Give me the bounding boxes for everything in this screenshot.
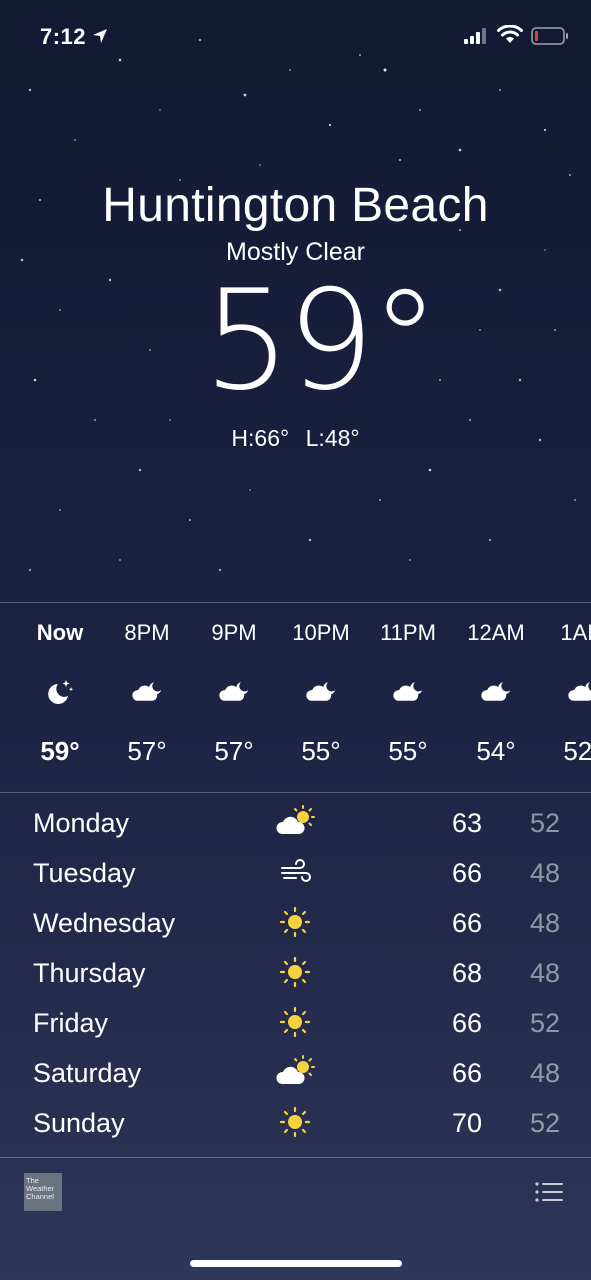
location-arrow-icon	[93, 29, 107, 43]
day-name: Tuesday	[33, 858, 136, 888]
day-low: 52	[529, 1008, 560, 1038]
day-high: 66	[451, 858, 482, 888]
day-name: Friday	[33, 1008, 109, 1038]
today-high: H:66°	[231, 425, 290, 451]
daily-row: Tuesday 66 48	[0, 850, 591, 900]
day-high: 68	[451, 958, 482, 988]
day-high: 66	[451, 908, 482, 938]
day-low: 52	[529, 1108, 560, 1138]
hour-temperature: 57°	[127, 736, 167, 766]
hour-temperature: 55°	[301, 736, 341, 766]
partly-cloudy-icon	[276, 1055, 315, 1084]
logo-text: Channel	[26, 1192, 54, 1201]
status-bar: 7:12	[0, 0, 591, 70]
wifi-icon	[497, 25, 523, 43]
hourly-forecast[interactable]: Now 59° 8PM 57° 9PM 57° 10PM 55° 11PM 55…	[0, 604, 591, 790]
hour-label: 11PM	[380, 620, 436, 645]
divider	[0, 1157, 591, 1158]
sun-icon	[279, 1006, 311, 1038]
hour-label: 8PM	[124, 620, 170, 645]
wind-icon	[281, 859, 311, 882]
daily-row: Monday 63 52	[0, 800, 591, 850]
daily-row: Thursday 68 48	[0, 950, 591, 1000]
day-name: Sunday	[33, 1108, 125, 1138]
hour-label: 9PM	[211, 620, 257, 645]
hour-temperature: 55°	[388, 736, 428, 766]
day-high: 66	[451, 1008, 482, 1038]
day-high: 63	[451, 808, 482, 838]
day-name: Saturday	[33, 1058, 142, 1088]
sun-icon	[279, 956, 311, 988]
divider	[0, 602, 591, 603]
daily-row: Wednesday 66 48	[0, 900, 591, 950]
day-low: 52	[529, 808, 560, 838]
day-name: Monday	[33, 808, 130, 838]
hour-temperature: 57°	[214, 736, 254, 766]
sun-icon	[279, 1106, 311, 1138]
cloud-moon-icon	[481, 682, 511, 701]
hour-label: Now	[36, 620, 84, 645]
partly-cloudy-icon	[276, 805, 315, 834]
day-name: Wednesday	[33, 908, 176, 938]
moon-stars-icon	[48, 680, 74, 704]
high-low: H:66° L:48°	[0, 425, 591, 452]
city-list-icon[interactable]	[534, 1181, 564, 1203]
daily-row: Saturday 66 48	[0, 1050, 591, 1100]
hour-label: 12AM	[467, 620, 525, 645]
city-name: Huntington Beach	[102, 179, 489, 232]
sun-icon	[279, 906, 311, 938]
daily-row: Sunday 70 52	[0, 1100, 591, 1150]
day-high: 66	[451, 1058, 482, 1088]
day-low: 48	[529, 908, 560, 938]
divider	[0, 792, 591, 793]
cloud-moon-icon	[306, 682, 336, 701]
current-temperature: 59°	[203, 260, 440, 421]
today-low: L:48°	[305, 425, 360, 451]
day-low: 48	[529, 1058, 560, 1088]
hour-label: 10PM	[292, 620, 350, 645]
day-high: 70	[451, 1108, 482, 1138]
cloud-moon-icon	[132, 682, 162, 701]
cloud-moon-icon	[568, 682, 591, 701]
cellular-signal-icon	[464, 28, 486, 44]
day-low: 48	[529, 958, 560, 988]
home-indicator[interactable]	[190, 1260, 402, 1267]
battery-icon	[531, 27, 568, 45]
daily-row: Friday 66 52	[0, 1000, 591, 1050]
hour-label: 1AM	[560, 620, 591, 645]
day-name: Thursday	[33, 958, 146, 988]
hour-temperature: 59°	[40, 736, 80, 766]
day-low: 48	[529, 858, 560, 888]
cloud-moon-icon	[393, 682, 423, 701]
weather-channel-logo-link[interactable]: The Weather Channel	[24, 1173, 62, 1211]
hour-temperature: 52°	[563, 736, 591, 766]
cloud-moon-icon	[219, 682, 249, 701]
battery-level	[535, 31, 538, 41]
status-time: 7:12	[40, 24, 87, 49]
hour-temperature: 54°	[476, 736, 516, 766]
